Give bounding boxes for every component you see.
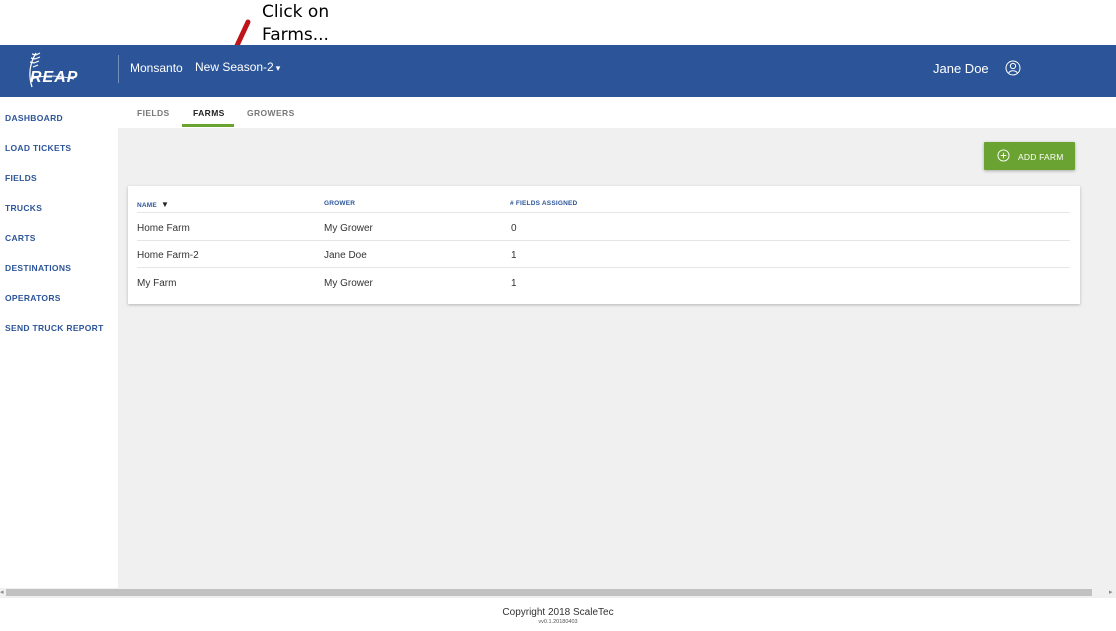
cell-name: Home Farm-2 xyxy=(137,250,199,261)
top-navbar: REAP Monsanto New Season-2 ▾ Jane Doe xyxy=(0,45,1116,97)
tab-bar: FIELDS FARMS GROWERS xyxy=(118,97,1116,129)
caret-down-icon: ▾ xyxy=(275,63,281,73)
user-name[interactable]: Jane Doe xyxy=(933,61,989,76)
table-row[interactable]: My Farm My Grower 1 xyxy=(128,268,1070,295)
scroll-right-icon[interactable]: ▸ xyxy=(1109,588,1113,596)
season-label: New Season-2 xyxy=(195,60,274,74)
table-row[interactable]: Home Farm-2 Jane Doe 1 xyxy=(128,241,1070,268)
column-header-name-label: NAME xyxy=(137,202,157,209)
tab-growers[interactable]: GROWERS xyxy=(247,108,295,118)
scroll-left-icon[interactable]: ◂ xyxy=(0,588,4,596)
sidebar-item-destinations[interactable]: DESTINATIONS xyxy=(5,263,71,273)
cell-grower: My Grower xyxy=(324,223,373,234)
add-farm-button[interactable]: ADD FARM xyxy=(984,142,1075,170)
header-divider xyxy=(118,55,119,83)
sort-desc-icon: ▼ xyxy=(160,200,170,209)
add-circle-icon xyxy=(997,149,1010,162)
footer: Copyright 2018 ScaleTec vv0.1.20180403 xyxy=(0,598,1116,631)
cell-name: My Farm xyxy=(137,278,177,289)
active-tab-indicator xyxy=(182,124,234,127)
column-header-grower[interactable]: GROWER xyxy=(324,200,355,207)
season-dropdown[interactable]: New Season-2 ▾ xyxy=(195,60,280,74)
cell-name: Home Farm xyxy=(137,223,190,234)
version-text: vv0.1.20180403 xyxy=(538,619,578,625)
column-header-name[interactable]: NAME ▼ xyxy=(137,200,169,209)
sidebar: DASHBOARD LOAD TICKETS FIELDS TRUCKS CAR… xyxy=(0,97,118,591)
sidebar-item-operators[interactable]: OPERATORS xyxy=(5,293,61,303)
horizontal-scrollbar[interactable]: ◂ ▸ xyxy=(0,588,1116,598)
farms-table: NAME ▼ GROWER # FIELDS ASSIGNED Home Farm… xyxy=(128,186,1080,304)
cell-grower: Jane Doe xyxy=(324,250,367,261)
sidebar-item-load-tickets[interactable]: LOAD TICKETS xyxy=(5,143,71,153)
tab-fields[interactable]: FIELDS xyxy=(137,108,170,118)
table-row[interactable]: Home Farm My Grower 0 xyxy=(128,213,1070,240)
main-content: ADD FARM NAME ▼ GROWER # FIELDS ASSIGNED … xyxy=(118,128,1116,588)
cell-grower: My Grower xyxy=(324,278,373,289)
sidebar-item-send-truck-report[interactable]: SEND TRUCK REPORT xyxy=(5,323,104,333)
annotation-line-1: Click on xyxy=(262,2,330,22)
tab-farms[interactable]: FARMS xyxy=(193,108,225,118)
scrollbar-thumb[interactable] xyxy=(6,589,1092,596)
sidebar-item-carts[interactable]: CARTS xyxy=(5,233,36,243)
column-header-fields-assigned[interactable]: # FIELDS ASSIGNED xyxy=(510,200,577,207)
copyright-text: Copyright 2018 ScaleTec xyxy=(502,607,614,618)
logo-text: REAP xyxy=(30,69,79,86)
cell-fields-assigned: 1 xyxy=(511,278,517,289)
annotation-line-2: Farms... xyxy=(262,25,329,45)
annotation-text: Click on Farms... xyxy=(262,1,382,47)
sidebar-item-trucks[interactable]: TRUCKS xyxy=(5,203,42,213)
add-farm-label: ADD FARM xyxy=(1018,152,1064,162)
cell-fields-assigned: 0 xyxy=(511,223,517,234)
user-icon[interactable] xyxy=(1005,60,1021,76)
sidebar-item-fields[interactable]: FIELDS xyxy=(5,173,37,183)
organization-name[interactable]: Monsanto xyxy=(130,61,183,75)
sidebar-item-dashboard[interactable]: DASHBOARD xyxy=(5,113,63,123)
cell-fields-assigned: 1 xyxy=(511,250,517,261)
